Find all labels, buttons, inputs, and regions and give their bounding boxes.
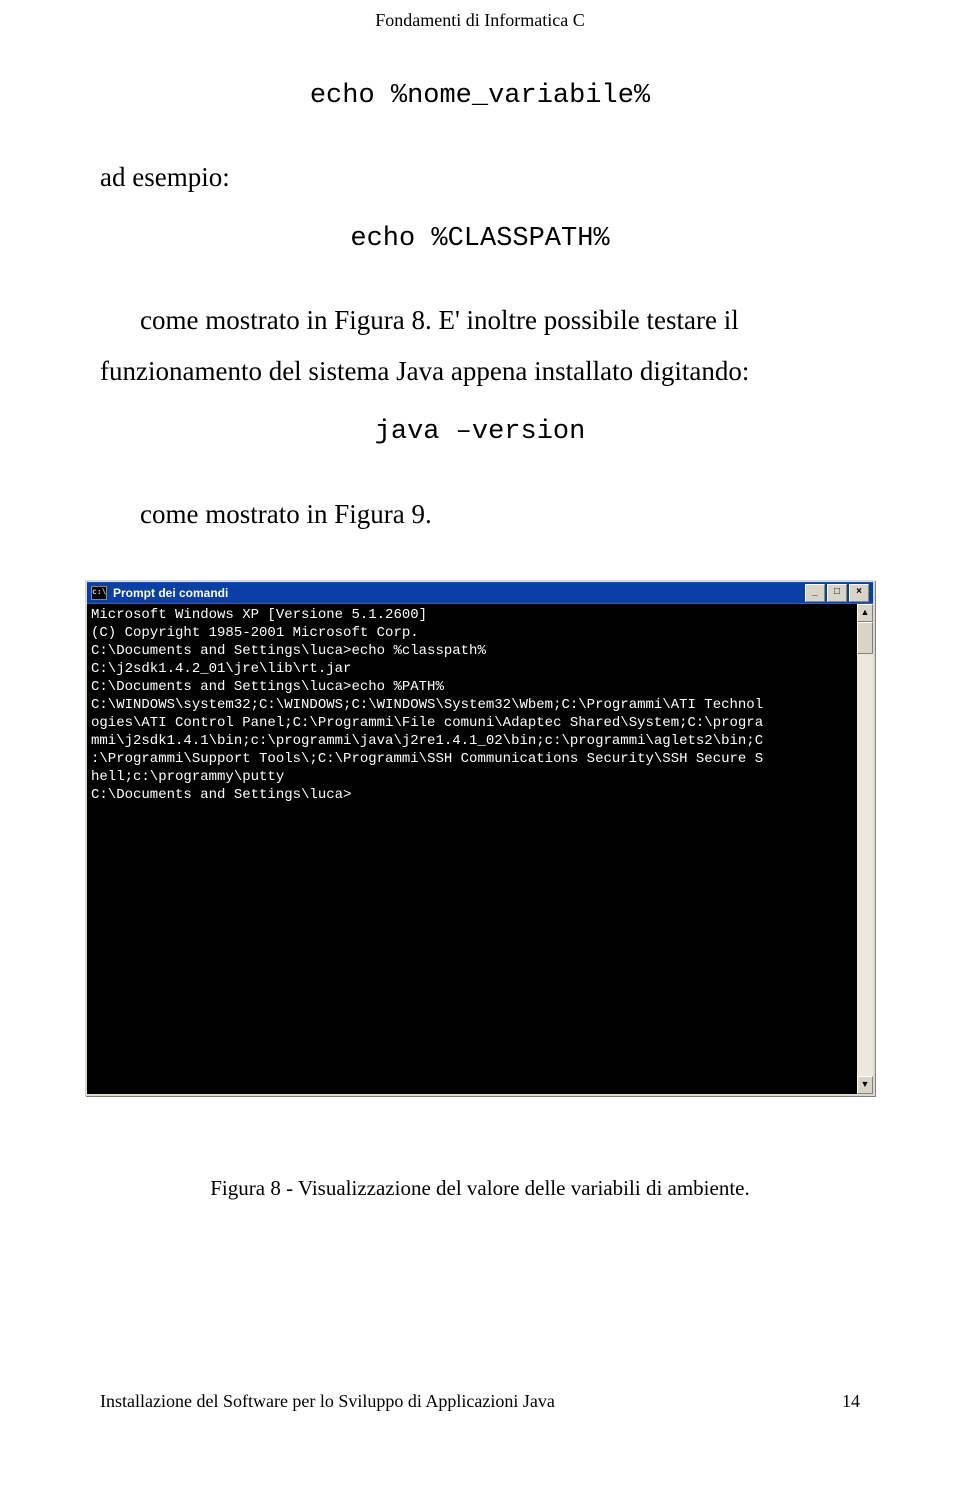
figure-caption: Figura 8 - Visualizzazione del valore de… xyxy=(0,1176,960,1201)
minimize-button[interactable]: _ xyxy=(805,584,825,602)
command-prompt-window: c:\ Prompt dei comandi _ □ × Microsoft W… xyxy=(85,580,875,1096)
scroll-track[interactable] xyxy=(857,654,873,1076)
page-number: 14 xyxy=(842,1391,860,1412)
scroll-up-button[interactable]: ▲ xyxy=(857,604,873,622)
text-ad-esempio: ad esempio: xyxy=(100,152,860,203)
scrollbar[interactable]: ▲ ▼ xyxy=(857,604,873,1094)
code-echo-classpath: echo %CLASSPATH% xyxy=(100,214,860,265)
footer-text: Installazione del Software per lo Svilup… xyxy=(100,1391,555,1412)
text-para1: come mostrato in Figura 8. E' inoltre po… xyxy=(100,295,860,346)
terminal-output[interactable]: Microsoft Windows XP [Versione 5.1.2600]… xyxy=(87,604,857,1094)
scroll-thumb[interactable] xyxy=(857,622,873,654)
window-title: Prompt dei comandi xyxy=(113,586,805,600)
text-para3: come mostrato in Figura 9. xyxy=(100,489,860,540)
page-header: Fondamenti di Informatica C xyxy=(0,0,960,61)
scroll-down-button[interactable]: ▼ xyxy=(857,1076,873,1094)
code-echo-var: echo %nome_variabile% xyxy=(100,71,860,122)
text-para2: funzionamento del sistema Java appena in… xyxy=(100,346,860,397)
maximize-button[interactable]: □ xyxy=(827,584,847,602)
code-java-version: java –version xyxy=(100,407,860,458)
window-titlebar[interactable]: c:\ Prompt dei comandi _ □ × xyxy=(87,582,873,604)
cmd-icon: c:\ xyxy=(91,586,107,600)
close-button[interactable]: × xyxy=(849,584,869,602)
